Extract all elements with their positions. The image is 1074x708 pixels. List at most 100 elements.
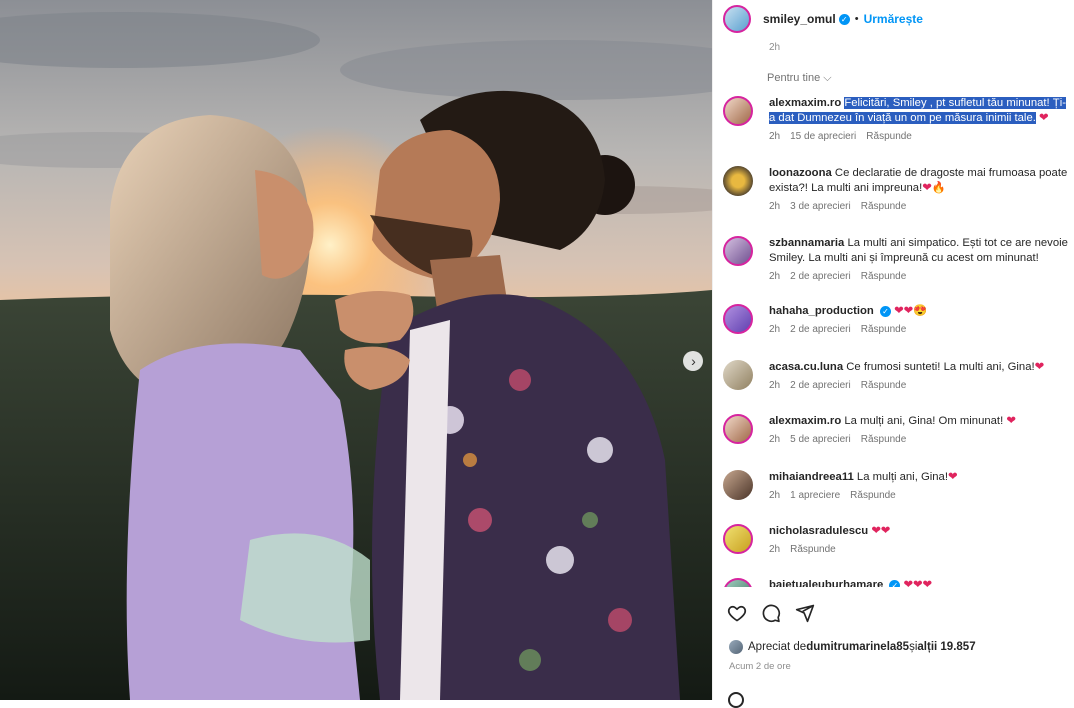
comment-sort-dropdown[interactable]: Pentru tine ⌵ xyxy=(767,72,832,85)
comment-text: acasa.cu.luna Ce frumosi sunteti! La mul… xyxy=(769,360,1068,375)
emoji-icon[interactable] xyxy=(728,692,744,708)
comment-emoji: ❤🔥 xyxy=(922,182,946,194)
comment-sort-label: Pentru tine xyxy=(767,72,821,84)
commenter-avatar[interactable] xyxy=(723,304,753,334)
chevron-down-icon: ⌵ xyxy=(823,72,832,84)
comment-likes[interactable]: 3 de aprecieri xyxy=(790,201,851,212)
comment-text: loonazoona Ce declaratie de dragoste mai… xyxy=(769,166,1068,196)
likes-middle: și xyxy=(909,641,918,653)
caption-time: 2h xyxy=(769,42,781,53)
comment-icon[interactable] xyxy=(761,603,781,623)
likes-summary[interactable]: Apreciat de dumitrumarinela85 și alții 1… xyxy=(729,640,976,654)
likes-others[interactable]: alții 19.857 xyxy=(917,641,975,653)
commenter-username[interactable]: loonazoona xyxy=(769,167,832,179)
commenter-avatar[interactable] xyxy=(723,96,753,126)
author-avatar[interactable] xyxy=(723,5,751,33)
comment-emoji: ❤ xyxy=(947,471,958,483)
comment-content: La mulți ani, Gina! xyxy=(856,471,948,483)
post-actions xyxy=(727,603,815,623)
reply-button[interactable]: Răspunde xyxy=(861,380,907,391)
comment-time: 2h xyxy=(769,380,781,391)
commenter-avatar[interactable] xyxy=(723,470,753,500)
verified-icon: ✓ xyxy=(879,305,891,317)
comment-likes[interactable]: 2 de aprecieri xyxy=(790,380,851,391)
commenter-avatar[interactable] xyxy=(723,360,753,390)
commenter-username[interactable]: bajetualeuburhamare xyxy=(769,579,883,587)
comment-time: 2h xyxy=(769,131,781,142)
comment-meta: 2h 3 de aprecieri Răspunde xyxy=(769,201,1068,212)
commenter-avatar[interactable] xyxy=(723,524,753,554)
comment-likes[interactable]: 15 de aprecieri xyxy=(790,131,856,142)
comment-content: La mulți ani, Gina! Om minunat! xyxy=(844,415,1004,427)
author-username[interactable]: smiley_omul xyxy=(763,12,836,26)
commenter-username[interactable]: hahaha_production xyxy=(769,305,874,317)
follow-button[interactable]: Urmărește xyxy=(864,12,923,26)
comment-time: 2h xyxy=(769,324,781,335)
comment-emoji: ❤ xyxy=(1039,112,1049,124)
comment-text: bajetualeuburhamare ✓ ❤❤❤ xyxy=(769,578,1068,587)
comment-meta: 2h 2 de aprecieri Răspunde xyxy=(769,271,1068,282)
comment-time: 2h xyxy=(769,490,781,501)
post-timestamp: Acum 2 de ore xyxy=(729,661,791,672)
reply-button[interactable]: Răspunde xyxy=(790,544,836,555)
reply-button[interactable]: Răspunde xyxy=(861,324,907,335)
reply-button[interactable]: Răspunde xyxy=(861,434,907,445)
comment-time: 2h xyxy=(769,201,781,212)
commenter-avatar[interactable] xyxy=(723,414,753,444)
comment-meta: 2h Răspunde xyxy=(769,544,1068,555)
commenter-avatar[interactable] xyxy=(723,236,753,266)
liker-avatar xyxy=(729,640,743,654)
commenter-avatar[interactable] xyxy=(723,166,753,196)
comment-meta: 2h 1 apreciere Răspunde xyxy=(769,490,1068,501)
comment-content: Ce frumosi sunteti! La multi ani, Gina! xyxy=(846,361,1035,373)
comment-meta: 2h 2 de aprecieri Răspunde xyxy=(769,324,1068,335)
liker-username[interactable]: dumitrumarinela85 xyxy=(806,641,909,653)
reply-button[interactable]: Răspunde xyxy=(861,271,907,282)
comment-emoji: ❤❤ xyxy=(871,525,891,537)
next-photo-button[interactable]: › xyxy=(683,351,703,371)
reply-button[interactable]: Răspunde xyxy=(861,201,907,212)
comment-time: 2h xyxy=(769,434,781,445)
heart-icon[interactable] xyxy=(727,603,747,623)
photo-illustration xyxy=(0,0,712,700)
comment-item: bajetualeuburhamare ✓ ❤❤❤ xyxy=(723,578,1068,587)
commenter-username[interactable]: mihaiandreea11 xyxy=(769,471,854,483)
comments-list[interactable]: alexmaxim.ro Felicitări, Smiley , pt suf… xyxy=(713,90,1074,587)
comment-emoji: ❤❤😍 xyxy=(894,305,928,317)
commenter-username[interactable]: acasa.cu.luna xyxy=(769,361,843,373)
comment-item: mihaiandreea11 La mulți ani, Gina!❤ 2h 1 … xyxy=(723,470,1068,501)
commenter-username[interactable]: nicholasradulescu xyxy=(769,525,868,537)
comment-time: 2h xyxy=(769,544,781,555)
comment-text: mihaiandreea11 La mulți ani, Gina!❤ xyxy=(769,470,1068,485)
commenter-username[interactable]: szbannamaria xyxy=(769,237,844,249)
comment-time: 2h xyxy=(769,271,781,282)
commenter-username[interactable]: alexmaxim.ro xyxy=(769,97,841,109)
comment-item: alexmaxim.ro Felicitări, Smiley , pt suf… xyxy=(723,96,1068,142)
comment-item: loonazoona Ce declaratie de dragoste mai… xyxy=(723,166,1068,212)
comment-likes[interactable]: 2 de aprecieri xyxy=(790,324,851,335)
chevron-right-icon: › xyxy=(691,353,696,369)
share-icon[interactable] xyxy=(795,603,815,623)
comment-emoji: ❤❤❤ xyxy=(903,579,932,587)
comment-likes[interactable]: 5 de aprecieri xyxy=(790,434,851,445)
comment-likes[interactable]: 1 apreciere xyxy=(790,490,840,501)
comment-text: nicholasradulescu ❤❤ xyxy=(769,524,1068,539)
reply-button[interactable]: Răspunde xyxy=(850,490,896,501)
comment-meta: 2h 2 de aprecieri Răspunde xyxy=(769,380,1068,391)
comment-item: acasa.cu.luna Ce frumosi sunteti! La mul… xyxy=(723,360,1068,391)
comment-likes[interactable]: 2 de aprecieri xyxy=(790,271,851,282)
comment-item: szbannamaria La multi ani simpatico. Eșt… xyxy=(723,236,1068,282)
reply-button[interactable]: Răspunde xyxy=(866,131,912,142)
comment-item: nicholasradulescu ❤❤ 2h Răspunde xyxy=(723,524,1068,555)
comment-meta: 2h 5 de aprecieri Răspunde xyxy=(769,434,1068,445)
post-sidebar: smiley_omul ✓ • Urmărește 2h Pentru tine… xyxy=(712,0,1074,708)
commenter-username[interactable]: alexmaxim.ro xyxy=(769,415,841,427)
verified-icon: ✓ xyxy=(838,13,850,25)
comment-emoji: ❤ xyxy=(1034,361,1045,373)
comment-item: hahaha_production ✓ ❤❤😍 2h 2 de aprecieri… xyxy=(723,304,1068,335)
likes-prefix: Apreciat de xyxy=(748,641,807,653)
verified-icon: ✓ xyxy=(889,579,901,587)
commenter-avatar[interactable] xyxy=(723,578,753,587)
post-photo[interactable]: › xyxy=(0,0,712,700)
comment-text: hahaha_production ✓ ❤❤😍 xyxy=(769,304,1068,319)
